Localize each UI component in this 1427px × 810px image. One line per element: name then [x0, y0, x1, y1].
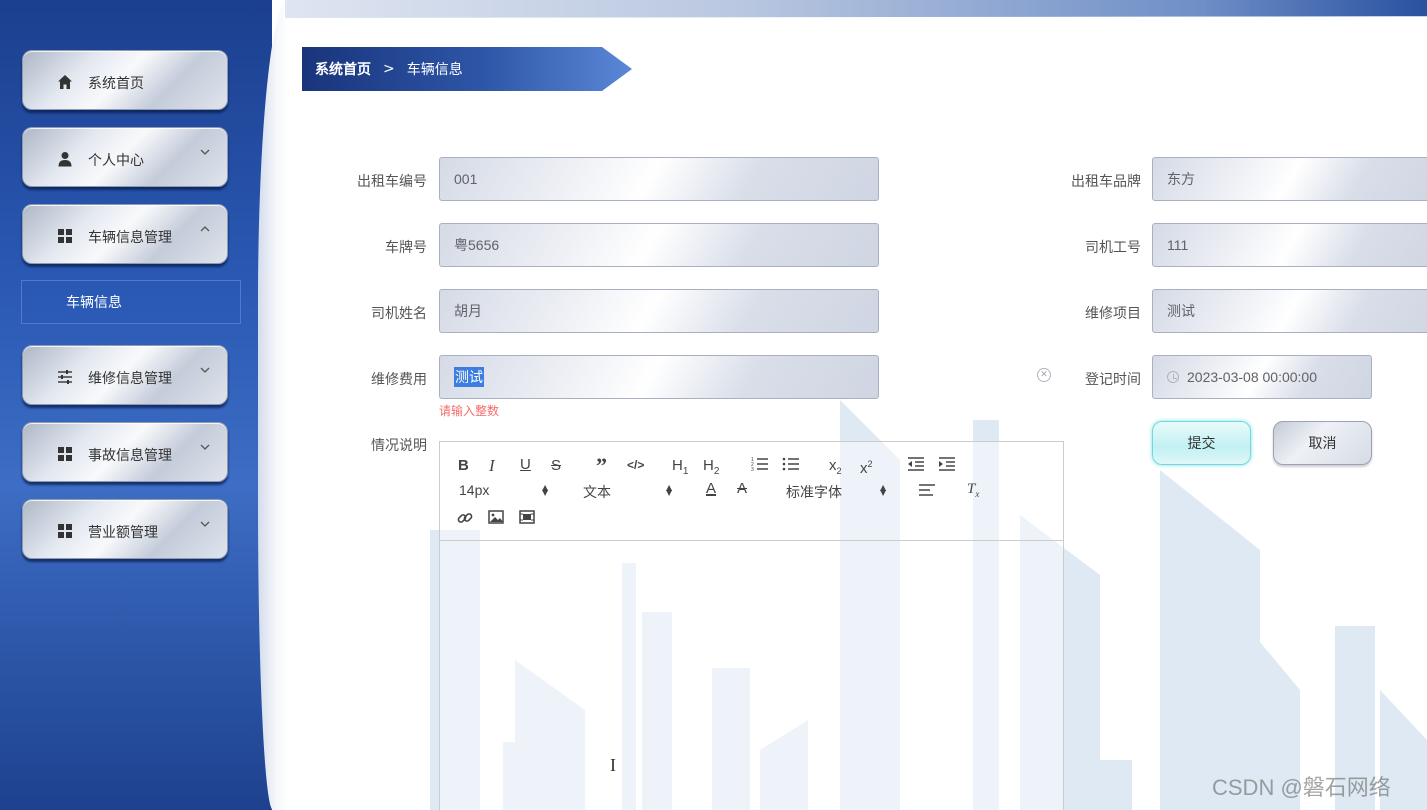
chevron-down-icon: [199, 518, 211, 533]
subscript-icon[interactable]: x2: [829, 458, 842, 479]
editor-content-area[interactable]: I: [440, 541, 1063, 810]
header2-icon[interactable]: H2: [703, 458, 719, 480]
driver-id-input[interactable]: 111: [1152, 223, 1427, 267]
repair-item-label: 维修项目: [1085, 306, 1141, 322]
header-select-arrow-icon: ▲ ▼: [666, 483, 673, 497]
repair-cost-selected-text: 测试: [454, 367, 484, 387]
video-icon[interactable]: [519, 510, 535, 528]
strikethrough-icon[interactable]: S: [551, 458, 561, 474]
sidebar-item-label: 事故信息管理: [88, 448, 172, 464]
cancel-button[interactable]: 取消: [1273, 421, 1372, 465]
driver-id-label: 司机工号: [1085, 240, 1141, 256]
breadcrumb-separator: >: [383, 61, 395, 77]
taxi-brand-label: 出租车品牌: [1071, 174, 1141, 190]
text-cursor-icon: I: [610, 755, 616, 775]
align-icon[interactable]: [918, 483, 936, 501]
plate-number-input[interactable]: 粤5656: [439, 223, 879, 267]
chevron-up-icon: [199, 223, 211, 238]
sidebar-item-vehicle-management[interactable]: 车辆信息管理: [22, 204, 228, 264]
watermark: CSDN @磐石网络: [1212, 775, 1391, 800]
sidebar-item-home[interactable]: 系统首页: [22, 50, 228, 110]
sidebar-subitem-vehicle-info[interactable]: 车辆信息: [21, 280, 241, 324]
font-color-icon[interactable]: A: [706, 481, 716, 497]
sliders-icon: [57, 369, 73, 385]
plate-number-label: 车牌号: [385, 240, 427, 256]
sidebar-item-personal-center[interactable]: 个人中心: [22, 127, 228, 187]
font-family-select[interactable]: 标准字体: [786, 482, 842, 502]
register-time-label: 登记时间: [1085, 372, 1141, 388]
code-block-icon[interactable]: </>: [627, 457, 644, 473]
breadcrumb: 系统首页 > 车辆信息: [302, 47, 632, 91]
background-color-icon[interactable]: A: [737, 481, 747, 497]
clock-icon: [1167, 371, 1179, 383]
sidebar: 系统首页 个人中心 车辆信息管理 车辆信息 维修信息管理 事故信息管理 营业额管…: [0, 0, 272, 810]
font-size-select-arrow-icon: ▲ ▼: [542, 483, 549, 497]
sidebar-item-repair-management[interactable]: 维修信息管理: [22, 345, 228, 405]
grid-icon: [57, 228, 73, 244]
outdent-icon[interactable]: [907, 456, 925, 476]
repair-cost-input[interactable]: 测试: [439, 355, 879, 399]
driver-name-input[interactable]: 胡月: [439, 289, 879, 333]
repair-item-input[interactable]: 测试: [1152, 289, 1427, 333]
grid-icon: [57, 523, 73, 539]
header1-icon[interactable]: H1: [672, 458, 688, 480]
chevron-down-icon: [199, 146, 211, 161]
register-time-value: 2023-03-08 00:00:00: [1187, 369, 1317, 385]
sidebar-item-label: 系统首页: [88, 76, 144, 92]
editor-toolbar: B I U S ” </> H1 H2 123 x2 x2 14px ▲ ▼ 文本…: [440, 442, 1063, 541]
repair-cost-error: 请输入整数: [439, 404, 500, 418]
taxi-number-input[interactable]: 001: [439, 157, 879, 201]
sidebar-item-label: 维修信息管理: [88, 371, 172, 387]
header-select[interactable]: 文本: [583, 482, 611, 502]
taxi-number-label: 出租车编号: [357, 174, 427, 190]
image-icon[interactable]: [488, 510, 504, 528]
sidebar-item-label: 营业额管理: [88, 525, 158, 541]
indent-icon[interactable]: [938, 456, 956, 476]
description-label: 情况说明: [371, 438, 427, 454]
ordered-list-icon[interactable]: 123: [751, 456, 769, 476]
chevron-down-icon: [199, 364, 211, 379]
breadcrumb-home-link[interactable]: 系统首页: [315, 59, 371, 79]
sidebar-item-label: 车辆信息管理: [88, 230, 172, 246]
driver-name-label: 司机姓名: [371, 306, 427, 322]
sidebar-item-revenue-management[interactable]: 营业额管理: [22, 499, 228, 559]
grid-icon: [57, 446, 73, 462]
bullet-list-icon[interactable]: [782, 456, 800, 476]
link-icon[interactable]: [457, 510, 473, 530]
sidebar-item-accident-management[interactable]: 事故信息管理: [22, 422, 228, 482]
clear-format-icon[interactable]: Tx: [967, 481, 979, 502]
svg-text:3: 3: [751, 467, 754, 472]
taxi-brand-input[interactable]: 东方: [1152, 157, 1427, 201]
underline-icon[interactable]: U: [520, 457, 531, 473]
user-icon: [57, 151, 73, 167]
home-icon: [57, 74, 73, 90]
header-bar: [285, 0, 1427, 18]
submit-button[interactable]: 提交: [1152, 421, 1251, 465]
font-family-select-arrow-icon: ▲ ▼: [880, 483, 887, 497]
register-time-picker[interactable]: 2023-03-08 00:00:00: [1152, 355, 1372, 399]
italic-icon[interactable]: I: [489, 457, 495, 474]
repair-cost-label: 维修费用: [371, 372, 427, 388]
font-size-select[interactable]: 14px: [459, 482, 489, 498]
bold-icon[interactable]: B: [458, 458, 469, 474]
sidebar-item-label: 个人中心: [88, 153, 144, 169]
rich-text-editor: B I U S ” </> H1 H2 123 x2 x2 14px ▲ ▼ 文本…: [439, 441, 1064, 810]
superscript-icon[interactable]: x2: [860, 456, 873, 477]
blockquote-icon[interactable]: ”: [596, 455, 607, 477]
breadcrumb-current: 车辆信息: [406, 62, 463, 78]
chevron-down-icon: [199, 441, 211, 456]
